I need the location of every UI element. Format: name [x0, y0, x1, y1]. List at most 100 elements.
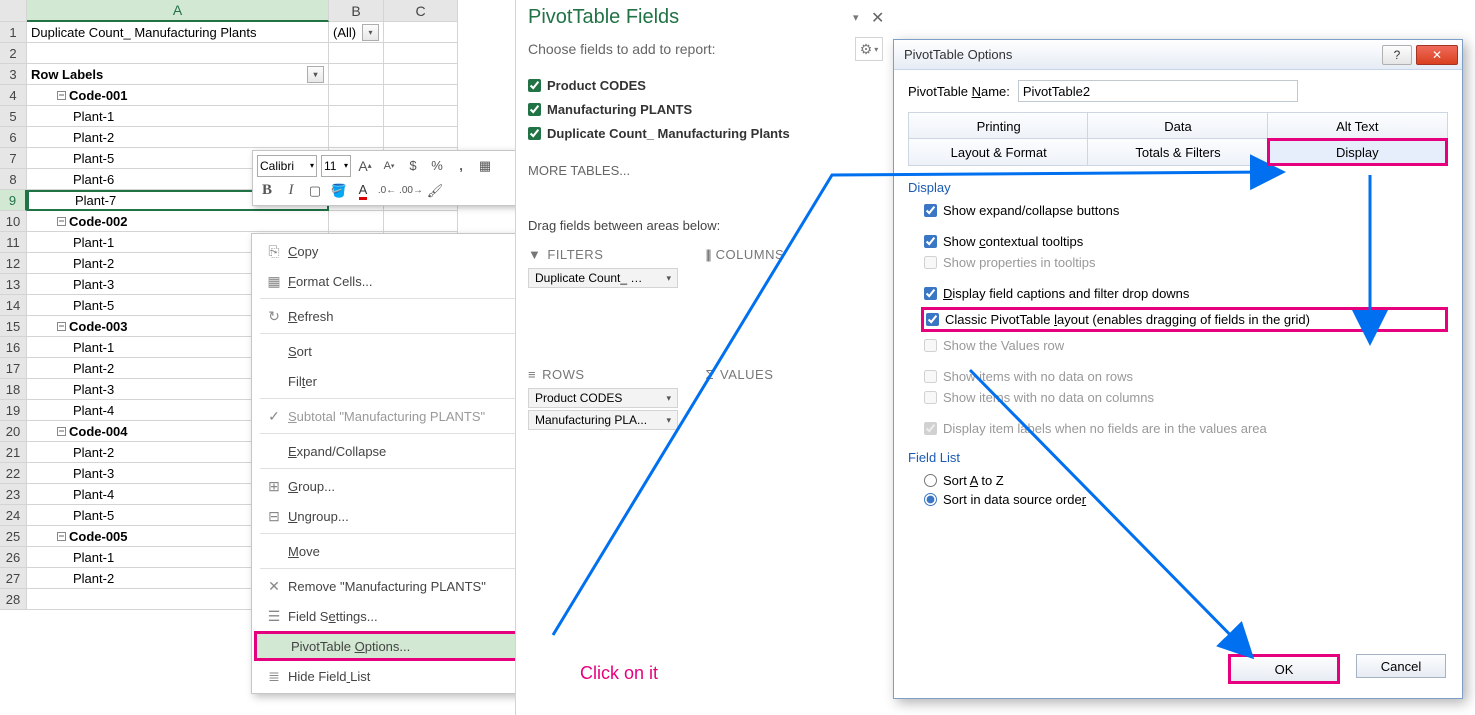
menu-item[interactable]: ⎘Copy [254, 236, 537, 266]
cell-a[interactable]: Duplicate Count_ Manufacturing Plants [27, 22, 329, 43]
row-header[interactable]: 27 [0, 568, 27, 589]
row-header[interactable]: 17 [0, 358, 27, 379]
collapse-icon[interactable] [57, 427, 66, 436]
row-header[interactable]: 16 [0, 337, 27, 358]
row-header[interactable]: 15 [0, 316, 27, 337]
border-button[interactable]: ▢ [305, 181, 325, 201]
row-header[interactable]: 21 [0, 442, 27, 463]
row-header[interactable]: 20 [0, 421, 27, 442]
help-button[interactable]: ? [1382, 45, 1412, 65]
row-header[interactable]: 24 [0, 505, 27, 526]
chevron-down-icon[interactable]: ▾ [666, 273, 671, 284]
pivottable-name-input[interactable] [1018, 80, 1298, 102]
collapse-icon[interactable] [57, 91, 66, 100]
cell-a[interactable]: Row Labels▾ [27, 64, 329, 85]
row-header[interactable]: 25 [0, 526, 27, 547]
chk-expand-collapse[interactable] [924, 204, 937, 217]
row-header[interactable]: 8 [0, 169, 27, 190]
decrease-decimal-icon[interactable]: .0← [377, 181, 397, 201]
cell-c[interactable] [384, 211, 458, 232]
rows-area[interactable]: ≡ROWS Product CODES▾Manufacturing PLA...… [528, 363, 706, 483]
close-button[interactable]: ✕ [1416, 45, 1458, 65]
row-header[interactable]: 22 [0, 463, 27, 484]
italic-button[interactable]: I [281, 181, 301, 201]
format-menu-icon[interactable]: ▦ [475, 156, 495, 176]
chk-field-captions[interactable] [924, 287, 937, 300]
row-header[interactable]: 11 [0, 232, 27, 253]
collapse-icon[interactable] [57, 217, 66, 226]
bold-button[interactable]: B [257, 181, 277, 201]
values-area[interactable]: ΣVALUES [706, 363, 884, 483]
menu-item[interactable]: ☰Field Settings... [254, 601, 537, 631]
cell-c[interactable] [384, 64, 458, 85]
pane-close-icon[interactable]: ✕ [871, 8, 885, 28]
col-header-b[interactable]: B [329, 0, 384, 22]
gear-icon[interactable]: ⚙▾ [855, 37, 883, 61]
col-header-c[interactable]: C [384, 0, 458, 22]
menu-item[interactable]: ≣Hide Field List [254, 661, 537, 691]
row-header[interactable]: 7 [0, 148, 27, 169]
row-header[interactable]: 23 [0, 484, 27, 505]
row-header[interactable]: 1 [0, 22, 27, 43]
percent-format-icon[interactable]: % [427, 156, 447, 176]
increase-font-icon[interactable]: A▴ [355, 156, 375, 176]
menu-item[interactable]: ↻Refresh [254, 301, 537, 331]
more-tables-link[interactable]: MORE TABLES... [516, 145, 895, 178]
field-checkbox[interactable] [528, 79, 541, 92]
menu-item[interactable]: Filter▶ [254, 366, 537, 396]
row-header[interactable]: 18 [0, 379, 27, 400]
field-checkbox[interactable] [528, 127, 541, 140]
menu-item[interactable]: ✕Remove "Manufacturing PLANTS" [254, 571, 537, 601]
chevron-down-icon[interactable]: ▾ [666, 393, 671, 404]
dialog-titlebar[interactable]: PivotTable Options ? ✕ [894, 40, 1462, 70]
col-header-a[interactable]: A [27, 0, 329, 22]
ok-button[interactable]: OK [1228, 654, 1340, 684]
decrease-font-icon[interactable]: A▾ [379, 156, 399, 176]
area-item[interactable]: Manufacturing PLA...▾ [528, 410, 678, 430]
row-header[interactable]: 28 [0, 589, 27, 610]
fill-color-button[interactable]: 🪣 [329, 181, 349, 201]
chevron-down-icon[interactable]: ▾ [666, 415, 671, 426]
filter-dropdown-icon[interactable]: ▾ [307, 66, 324, 83]
area-item[interactable]: Duplicate Count_ …▾ [528, 268, 678, 288]
tab-layout-format[interactable]: Layout & Format [908, 138, 1089, 166]
row-header[interactable]: 2 [0, 43, 27, 64]
row-header[interactable]: 3 [0, 64, 27, 85]
field-row[interactable]: Duplicate Count_ Manufacturing Plants [528, 121, 883, 145]
cell-c[interactable] [384, 85, 458, 106]
cell-c[interactable] [384, 106, 458, 127]
row-header[interactable]: 6 [0, 127, 27, 148]
comma-format-icon[interactable]: , [451, 156, 471, 176]
select-all-corner[interactable] [0, 0, 27, 22]
cell-c[interactable] [384, 22, 458, 43]
pane-dropdown-icon[interactable]: ▾ [853, 11, 863, 24]
font-color-button[interactable]: A [353, 181, 373, 201]
menu-item[interactable]: ✓Subtotal "Manufacturing PLANTS" [254, 401, 537, 431]
field-row[interactable]: Manufacturing PLANTS [528, 97, 883, 121]
tab-totals-filters[interactable]: Totals & Filters [1087, 138, 1268, 166]
menu-item[interactable]: ▦Format Cells... [254, 266, 537, 296]
row-header[interactable]: 5 [0, 106, 27, 127]
field-row[interactable]: Product CODES [528, 73, 883, 97]
font-name-select[interactable]: Calibri▾ [257, 155, 317, 177]
row-header[interactable]: 14 [0, 295, 27, 316]
filter-dropdown-icon[interactable]: ▾ [362, 24, 379, 41]
cell-b[interactable] [329, 43, 384, 64]
collapse-icon[interactable] [57, 322, 66, 331]
cell-a[interactable]: Plant-2 [27, 127, 329, 148]
cell-b[interactable] [329, 127, 384, 148]
area-item[interactable]: Product CODES▾ [528, 388, 678, 408]
filters-area[interactable]: ▼FILTERS Duplicate Count_ …▾ [528, 243, 706, 363]
font-size-select[interactable]: 11▾ [321, 155, 351, 177]
cell-b[interactable] [329, 64, 384, 85]
cell-b[interactable] [329, 85, 384, 106]
increase-decimal-icon[interactable]: .00→ [401, 181, 421, 201]
cell-b[interactable] [329, 211, 384, 232]
columns-area[interactable]: |||COLUMNS [706, 243, 884, 363]
menu-item[interactable]: Sort▶ [254, 336, 537, 366]
accounting-format-icon[interactable]: $ [403, 156, 423, 176]
row-header[interactable]: 13 [0, 274, 27, 295]
cell-a[interactable]: Code-001 [27, 85, 329, 106]
tab-data[interactable]: Data [1087, 112, 1268, 140]
cell-b[interactable]: (All)▾ [329, 22, 384, 43]
